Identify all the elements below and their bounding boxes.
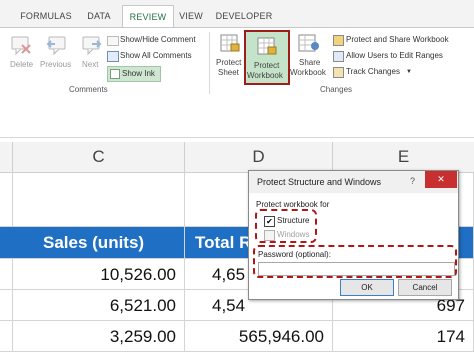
ok-button[interactable]: OK xyxy=(340,279,394,296)
protect-share-icon xyxy=(333,35,344,46)
share-workbook-label-line2: Workbook xyxy=(290,68,326,77)
changes-group-label: Changes xyxy=(320,85,353,94)
delete-comment-button[interactable] xyxy=(10,34,32,61)
show-all-comments-label: Show All Comments xyxy=(120,51,192,60)
share-workbook-label-line1: Share xyxy=(299,58,321,67)
column-header-b[interactable] xyxy=(0,142,13,173)
protect-sheet-button[interactable] xyxy=(219,32,241,59)
protect-workbook-icon xyxy=(257,37,277,55)
tab-review[interactable]: REVIEW xyxy=(122,5,174,29)
comments-group-label: Comments xyxy=(69,85,108,94)
table-cell[interactable] xyxy=(0,321,13,352)
windows-label: Windows xyxy=(277,230,310,239)
tab-data[interactable]: DATA xyxy=(80,5,118,28)
table-cell-sales[interactable]: 6,521.00 xyxy=(13,290,185,321)
allow-users-edit-ranges-button[interactable]: Allow Users to Edit Ranges xyxy=(333,50,471,63)
share-workbook-icon xyxy=(298,34,319,52)
protect-workbook-label-line2: Workbook xyxy=(247,71,283,80)
allow-users-icon xyxy=(333,51,344,62)
protect-workbook-button[interactable]: Protect Workbook xyxy=(244,30,290,85)
dialog-title: Protect Structure and Windows xyxy=(257,177,382,187)
ribbon: Delete Previous Next Show/Hide Comment S… xyxy=(0,27,474,100)
table-cell[interactable] xyxy=(0,290,13,321)
protect-workbook-label-line1: Protect xyxy=(254,61,280,70)
table-cell-total[interactable]: 565,946.00 xyxy=(185,321,333,352)
comment-icon xyxy=(107,36,119,46)
ribbon-tab-bar: FORMULAS DATA REVIEW VIEW DEVELOPER xyxy=(0,0,474,29)
dialog-title-bar[interactable]: Protect Structure and Windows ? ✕ xyxy=(249,171,458,193)
protect-sheet-icon xyxy=(220,34,240,52)
previous-label: Previous xyxy=(40,60,72,69)
next-label: Next xyxy=(82,60,99,69)
tab-formulas[interactable]: FORMULAS xyxy=(16,5,76,28)
password-input[interactable] xyxy=(258,262,455,276)
protect-and-share-label: Protect and Share Workbook xyxy=(346,35,449,44)
formula-bar-area xyxy=(0,99,474,138)
ink-icon xyxy=(110,69,120,79)
table-cell[interactable] xyxy=(0,259,13,290)
grid-cell[interactable] xyxy=(13,173,185,227)
column-header-d[interactable]: D xyxy=(185,142,333,173)
next-comment-icon xyxy=(82,36,102,56)
column-header-e[interactable]: E xyxy=(333,142,474,173)
grid-cell[interactable] xyxy=(0,173,13,227)
structure-label: Structure xyxy=(277,216,310,225)
close-button[interactable]: ✕ xyxy=(425,171,457,188)
track-changes-label: Track Changes xyxy=(346,67,400,76)
table-cell-sales[interactable]: 3,259.00 xyxy=(13,321,185,352)
delete-comment-icon xyxy=(11,36,31,56)
protect-sheet-label-line1: Protect xyxy=(216,58,242,67)
show-all-comments-button[interactable]: Show All Comments xyxy=(107,50,207,63)
track-changes-icon xyxy=(333,67,344,78)
track-changes-button[interactable]: Track Changes ▼ xyxy=(333,66,423,79)
chevron-down-icon: ▼ xyxy=(406,69,412,75)
show-hide-comment-label: Show/Hide Comment xyxy=(120,35,196,44)
protect-for-label: Protect workbook for xyxy=(256,200,330,209)
table-cell-sales[interactable]: 10,526.00 xyxy=(13,259,185,290)
cancel-button[interactable]: Cancel xyxy=(398,279,452,296)
protect-sheet-label-line2: Sheet xyxy=(218,68,239,77)
table-header-sales-units[interactable]: Sales (units) xyxy=(13,227,185,259)
password-label: Password (optional): xyxy=(258,250,331,259)
previous-comment-icon xyxy=(46,36,66,56)
tab-view[interactable]: VIEW xyxy=(176,5,206,28)
share-workbook-button[interactable] xyxy=(297,32,321,59)
previous-comment-button[interactable] xyxy=(45,34,67,61)
table-cell[interactable]: 174 xyxy=(333,321,474,352)
show-ink-label: Show Ink xyxy=(122,69,155,78)
protect-and-share-button[interactable]: Protect and Share Workbook xyxy=(333,34,471,47)
group-separator xyxy=(209,32,210,94)
comments-icon xyxy=(107,51,119,62)
column-header-c[interactable]: C xyxy=(13,142,185,173)
allow-users-label: Allow Users to Edit Ranges xyxy=(346,51,443,60)
show-hide-comment-button[interactable]: Show/Hide Comment xyxy=(107,34,207,47)
tab-developer[interactable]: DEVELOPER xyxy=(212,5,276,28)
windows-checkbox xyxy=(264,230,275,241)
help-icon[interactable]: ? xyxy=(410,176,415,186)
delete-label: Delete xyxy=(10,60,34,69)
next-comment-button[interactable] xyxy=(81,34,103,61)
show-ink-button[interactable]: Show Ink xyxy=(107,66,161,82)
structure-checkbox[interactable]: ✔ xyxy=(264,216,275,227)
protect-structure-dialog: Protect Structure and Windows ? ✕ Protec… xyxy=(248,170,459,300)
